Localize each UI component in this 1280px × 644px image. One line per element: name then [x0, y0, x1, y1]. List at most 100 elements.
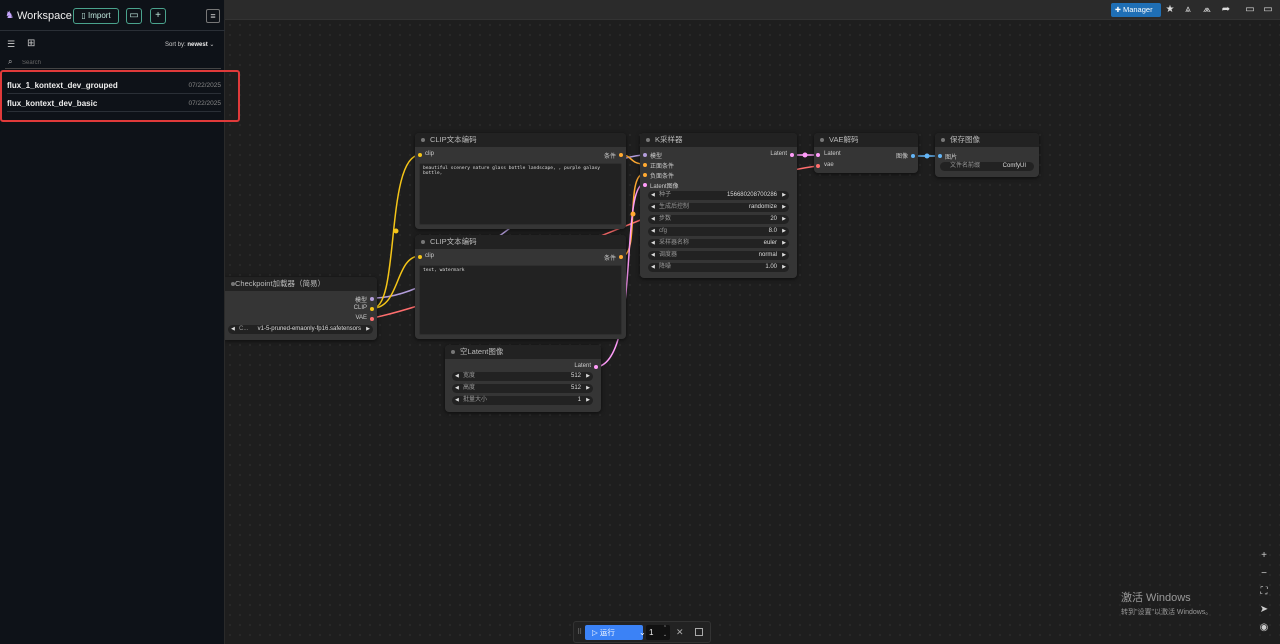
node-save-image[interactable]: 保存图像 图片 文件名前缀 ComfyUI	[935, 133, 1039, 177]
panel-toggle-icon[interactable]: ▭	[1242, 3, 1258, 17]
output-label-latent: Latent	[574, 363, 591, 369]
input-dot-model[interactable]	[643, 153, 647, 157]
run-button[interactable]: ▷ 运行 ⌄	[585, 625, 646, 640]
arrow-right-icon[interactable]: ▶	[586, 384, 590, 393]
arrow-right-icon[interactable]: ▶	[782, 263, 786, 272]
arrow-right-icon[interactable]: ▶	[366, 325, 370, 334]
node-checkpoint-loader[interactable]: Checkpoint加载器（简易） 模型 CLIP VAE ◀ C... v1-…	[225, 277, 377, 340]
input-dot-negative[interactable]	[643, 173, 647, 177]
arrow-left-icon[interactable]: ◀	[455, 396, 459, 405]
widget-seed[interactable]: ◀ 种子 156680208700286 ▶	[648, 191, 789, 200]
widget-batch-size[interactable]: ◀ 批量大小 1 ▶	[452, 396, 593, 405]
widget-scheduler[interactable]: ◀ 调度器 normal ▶	[648, 251, 789, 260]
sort-dropdown[interactable]: Sort by: newest ⌄	[165, 41, 214, 48]
node-vae-decode[interactable]: VAE解码 Latent vae 图像	[814, 133, 918, 173]
output-dot-cond[interactable]	[619, 255, 623, 259]
workflow-name: flux_kontext_dev_basic	[7, 99, 98, 108]
output-dot-model[interactable]	[370, 297, 374, 301]
workflow-item[interactable]: flux_1_kontext_dev_grouped 07/22/2025	[7, 78, 221, 94]
arrow-left-icon[interactable]: ◀	[455, 384, 459, 393]
model-library-icon[interactable]: ⩕	[1199, 3, 1215, 17]
drag-handle-icon[interactable]: ⠿	[577, 628, 582, 636]
arrow-left-icon[interactable]: ◀	[651, 251, 655, 260]
node-title[interactable]: 保存图像	[935, 133, 1039, 147]
arrow-left-icon[interactable]: ◀	[651, 203, 655, 212]
widget-filename-prefix[interactable]: 文件名前缀 ComfyUI	[940, 162, 1034, 171]
widget-value: 512	[570, 373, 581, 379]
node-title[interactable]: CLIP文本编码	[415, 133, 626, 147]
import-button[interactable]: ▯ Import	[73, 8, 119, 24]
node-title[interactable]: 空Latent图像	[445, 345, 601, 359]
arrow-right-icon[interactable]: ▶	[782, 251, 786, 260]
output-dot-cond[interactable]	[619, 153, 623, 157]
widget-width[interactable]: ◀ 宽度 512 ▶	[452, 372, 593, 381]
workflow-item[interactable]: flux_kontext_dev_basic 07/22/2025	[7, 96, 221, 112]
input-dot-clip[interactable]	[418, 255, 422, 259]
cancel-icon[interactable]: ✕	[676, 627, 684, 638]
widget-control-after-generate[interactable]: ◀ 生成后控制 randomize ▶	[648, 203, 789, 212]
widget-steps[interactable]: ◀ 步数 20 ▶	[648, 215, 789, 224]
output-dot-latent[interactable]	[790, 153, 794, 157]
prompt-textarea[interactable]: beautiful scenery nature glass bottle la…	[419, 163, 622, 225]
pointer-mode-icon[interactable]: ➤	[1256, 603, 1272, 617]
input-dot-latent[interactable]	[643, 183, 647, 187]
list-view-icon[interactable]: ☰	[7, 39, 15, 50]
arrow-right-icon[interactable]: ▶	[586, 372, 590, 381]
zoom-out-icon[interactable]: −	[1256, 567, 1272, 581]
prompt-textarea[interactable]: text, watermark	[419, 265, 622, 335]
widget-height[interactable]: ◀ 高度 512 ▶	[452, 384, 593, 393]
node-title[interactable]: VAE解码	[814, 133, 918, 147]
manager-button[interactable]: ✚ Manager	[1111, 3, 1161, 17]
input-dot-vae[interactable]	[816, 164, 820, 168]
output-dot-vae[interactable]	[370, 317, 374, 321]
output-dot-latent[interactable]	[594, 365, 598, 369]
batch-count-stepper[interactable]: ⌃ ⌄	[660, 625, 670, 640]
node-clip-text-encode-negative[interactable]: CLIP文本编码 clip 条件 text, watermark	[415, 235, 626, 339]
fit-view-icon[interactable]: ⛶	[1256, 585, 1272, 599]
chevron-up-icon[interactable]: ⌃	[660, 625, 670, 632]
ckpt-name-combo[interactable]: ◀ C... v1-5-pruned-emaonly-fp16.safetens…	[228, 325, 373, 334]
output-dot-clip[interactable]	[370, 307, 374, 311]
eye-icon[interactable]: ◉	[1256, 621, 1272, 635]
widget-cfg[interactable]: ◀ cfg 8.0 ▶	[648, 227, 789, 236]
new-workflow-button[interactable]: +	[150, 8, 166, 24]
menu-button[interactable]: ≡	[206, 9, 220, 23]
node-title[interactable]: K采样器	[640, 133, 797, 147]
arrow-left-icon[interactable]: ◀	[455, 372, 459, 381]
star-icon[interactable]: ★	[1162, 3, 1178, 17]
arrow-right-icon[interactable]: ▶	[782, 215, 786, 224]
node-empty-latent-image[interactable]: 空Latent图像 Latent ◀ 宽度 512 ▶ ◀ 高度 512 ▶ ◀ 批量大小 1 ▶	[445, 345, 601, 412]
input-dot-latent[interactable]	[816, 153, 820, 157]
chevron-down-icon[interactable]: ⌄	[660, 632, 670, 639]
input-dot-images[interactable]	[938, 154, 942, 158]
arrow-left-icon[interactable]: ◀	[651, 215, 655, 224]
widget-sampler-name[interactable]: ◀ 采样器名称 euler ▶	[648, 239, 789, 248]
new-folder-icon[interactable]: ⊞	[27, 38, 35, 49]
share-icon[interactable]: ➦	[1218, 3, 1234, 17]
node-title[interactable]: CLIP文本编码	[415, 235, 626, 249]
chevron-down-icon[interactable]: ⌄	[639, 625, 646, 640]
arrow-right-icon[interactable]: ▶	[782, 191, 786, 200]
arrow-right-icon[interactable]: ▶	[586, 396, 590, 405]
arrow-left-icon[interactable]: ◀	[651, 227, 655, 236]
arrow-left-icon[interactable]: ◀	[651, 191, 655, 200]
input-dot-clip[interactable]	[418, 153, 422, 157]
arrow-left-icon[interactable]: ◀	[651, 263, 655, 272]
search-input[interactable]	[22, 58, 212, 68]
node-title[interactable]: Checkpoint加载器（简易）	[225, 277, 377, 291]
widget-denoise[interactable]: ◀ 降噪 1.00 ▶	[648, 263, 789, 272]
arrow-right-icon[interactable]: ▶	[782, 239, 786, 248]
stop-icon[interactable]	[695, 628, 703, 636]
node-clip-text-encode-positive[interactable]: CLIP文本编码 clip 条件 beautiful scenery natur…	[415, 133, 626, 229]
folder-button[interactable]: ▭	[126, 8, 142, 24]
arrow-right-icon[interactable]: ▶	[782, 203, 786, 212]
output-dot-image[interactable]	[911, 154, 915, 158]
node-ksampler[interactable]: K采样器 模型 正面条件 负面条件 Latent图像 Latent ◀ 种子 156…	[640, 133, 797, 278]
arrow-left-icon[interactable]: ◀	[651, 239, 655, 248]
arrow-left-icon[interactable]: ◀	[231, 325, 235, 334]
zoom-in-icon[interactable]: +	[1256, 549, 1272, 563]
model-download-icon[interactable]: ⩓	[1180, 3, 1196, 17]
arrow-right-icon[interactable]: ▶	[782, 227, 786, 236]
input-dot-positive[interactable]	[643, 163, 647, 167]
bottom-panel-icon[interactable]: ▭	[1260, 3, 1276, 17]
